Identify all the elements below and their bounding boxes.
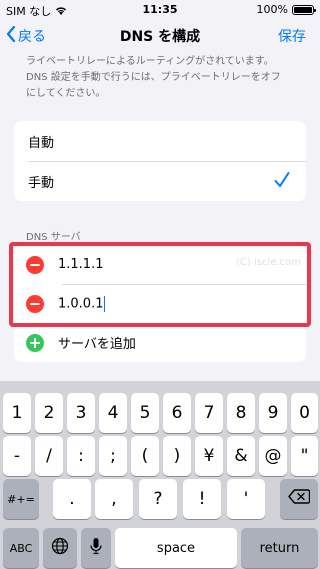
key[interactable]: & (227, 436, 255, 476)
delete-key[interactable] (280, 479, 318, 519)
numeric-keyboard: 1 2 3 4 5 6 7 8 9 0 - / : ; ( ) ¥ & @ " … (0, 381, 320, 569)
key[interactable]: ( (131, 436, 159, 476)
add-server-row[interactable]: サーバを追加 (14, 323, 306, 362)
relay-description: ライベートリレーによるルーティングがされています。 DNS 設定を手動で行うには… (26, 54, 306, 102)
key[interactable]: ; (99, 436, 127, 476)
key[interactable]: . (53, 479, 91, 519)
return-key[interactable]: return (241, 528, 318, 568)
highlight-frame (9, 242, 311, 327)
key[interactable]: 6 (163, 393, 191, 433)
battery-fill (294, 6, 312, 13)
description-line: にしてください。 (26, 88, 106, 99)
description-line: DNS 設定を手動で行うには、プライベートリレーをオフ (26, 72, 281, 83)
key[interactable]: 5 (131, 393, 159, 433)
key[interactable]: 3 (67, 393, 95, 433)
status-bar: SIM なし 11:35 100% (0, 0, 320, 20)
key[interactable]: ! (183, 479, 221, 519)
mode-option-automatic[interactable]: 自動 (14, 121, 306, 161)
key[interactable]: ' (227, 479, 265, 519)
mode-option-label: 自動 (28, 135, 55, 151)
dns-servers-header: DNS サーバ (26, 232, 81, 243)
abc-key[interactable]: ABC (3, 528, 39, 568)
microphone-icon (90, 537, 102, 560)
status-right: 100% (256, 3, 316, 16)
dictation-key[interactable] (81, 528, 111, 568)
key[interactable]: - (3, 436, 31, 476)
add-server-icon (26, 333, 44, 352)
key[interactable]: ¥ (195, 436, 223, 476)
key[interactable]: , (95, 479, 133, 519)
navigation-bar: 戻る DNS を構成 保存 (0, 20, 320, 52)
dns-mode-group: 自動 手動 (14, 121, 306, 201)
key[interactable]: / (35, 436, 63, 476)
battery-icon (292, 4, 316, 15)
key[interactable]: 7 (195, 393, 223, 433)
symbols-toggle-key[interactable]: #+= (3, 479, 39, 519)
key[interactable]: 8 (227, 393, 255, 433)
delete-backward-icon (288, 489, 311, 509)
key[interactable]: : (67, 436, 95, 476)
key[interactable]: " (291, 436, 318, 476)
key[interactable]: @ (259, 436, 287, 476)
add-server-label: サーバを追加 (58, 337, 136, 352)
key[interactable]: 4 (99, 393, 127, 433)
save-button[interactable]: 保存 (278, 26, 306, 46)
battery-percent: 100% (256, 3, 288, 16)
globe-icon (51, 537, 69, 560)
mode-option-manual[interactable]: 手動 (14, 161, 306, 201)
key[interactable]: 2 (35, 393, 63, 433)
description-line: ライベートリレーによるルーティングがされています。 (26, 56, 274, 67)
space-key[interactable]: space (115, 528, 237, 568)
key[interactable]: 9 (259, 393, 287, 433)
key[interactable]: 1 (3, 393, 31, 433)
key[interactable]: 0 (291, 393, 318, 433)
key[interactable]: ) (163, 436, 191, 476)
mode-option-label: 手動 (28, 175, 55, 191)
page-title: DNS を構成 (119, 29, 201, 45)
checkmark-icon (274, 171, 290, 193)
globe-key[interactable] (43, 528, 77, 568)
key[interactable]: ? (139, 479, 177, 519)
